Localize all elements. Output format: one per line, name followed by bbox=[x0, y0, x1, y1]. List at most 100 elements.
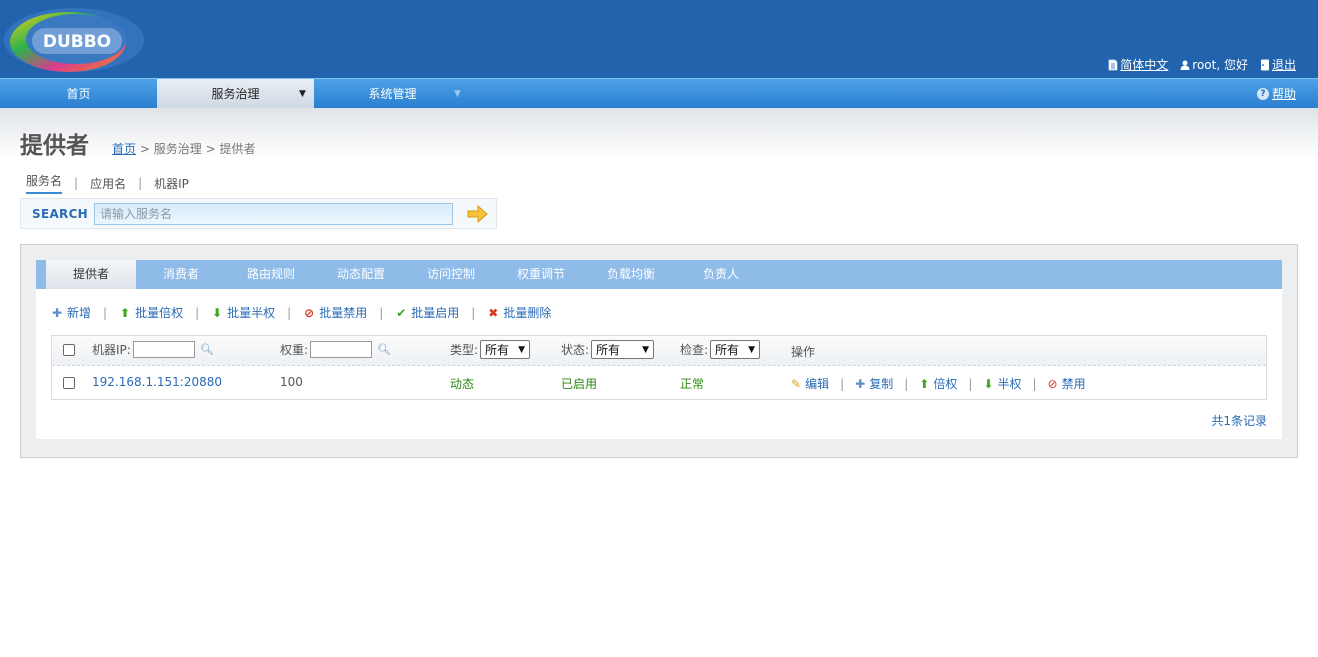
batch-double-weight-button[interactable]: ⬆ 批量倍权 bbox=[119, 304, 183, 321]
tab-dynamic-config[interactable]: 动态配置 bbox=[316, 260, 406, 289]
batch-delete-label: 批量删除 bbox=[503, 306, 552, 320]
ip-filter-input[interactable] bbox=[132, 341, 195, 358]
half-weight-button[interactable]: ⬇ 半权 bbox=[983, 375, 1021, 392]
type-filter: 类型: 所有 ▼ bbox=[450, 340, 531, 359]
search-icon[interactable]: 🔍︎ bbox=[200, 343, 214, 356]
search-tab-ip[interactable]: 机器IP bbox=[154, 175, 189, 192]
provider-weight: 100 bbox=[280, 375, 303, 389]
batch-enable-button[interactable]: ✔ 批量启用 bbox=[395, 304, 459, 321]
copy-label: 复制 bbox=[869, 377, 894, 391]
chevron-down-icon: ▼ bbox=[748, 344, 756, 355]
disable-label: 禁用 bbox=[1061, 377, 1086, 391]
search-tab-service[interactable]: 服务名 bbox=[26, 172, 63, 194]
search-input[interactable] bbox=[94, 203, 453, 225]
tab-routes[interactable]: 路由规则 bbox=[226, 260, 316, 289]
main-nav: 首页 服务治理 ▼ 系统管理 ▼ ? 帮助 bbox=[0, 78, 1318, 109]
batch-half-weight-button[interactable]: ⬇ 批量半权 bbox=[211, 304, 275, 321]
breadcrumb-sep: > bbox=[139, 142, 150, 156]
language-switch[interactable]: 简体中文 bbox=[1108, 56, 1168, 73]
edit-button[interactable]: ✎ 编辑 bbox=[791, 375, 829, 392]
nav-system-management[interactable]: 系统管理 ▼ bbox=[314, 79, 471, 109]
separator: | bbox=[904, 376, 909, 391]
status-header: 状态: bbox=[561, 343, 590, 357]
status-select[interactable]: 所有 ▼ bbox=[591, 340, 655, 359]
ip-filter: 机器IP: 🔍︎ bbox=[92, 341, 214, 358]
row-checkbox[interactable] bbox=[63, 377, 75, 389]
type-select-value: 所有 bbox=[485, 343, 510, 357]
batch-delete-button[interactable]: ✖ 批量删除 bbox=[487, 304, 551, 321]
separator: | bbox=[74, 176, 79, 190]
weight-header: 权重: bbox=[280, 343, 309, 357]
ops-header: 操作 bbox=[791, 345, 816, 359]
record-count: 共1条记录 bbox=[1211, 414, 1267, 428]
double-weight-button[interactable]: ⬆ 倍权 bbox=[919, 375, 957, 392]
batch-double-weight-label: 批量倍权 bbox=[135, 306, 184, 320]
type-select[interactable]: 所有 ▼ bbox=[480, 340, 531, 359]
tab-providers[interactable]: 提供者 bbox=[46, 260, 136, 289]
help-link[interactable]: 帮助 bbox=[1272, 79, 1296, 109]
arrow-down-icon: ⬇ bbox=[983, 376, 994, 391]
half-weight-label: 半权 bbox=[997, 377, 1022, 391]
batch-disable-label: 批量禁用 bbox=[319, 306, 368, 320]
check-select[interactable]: 所有 ▼ bbox=[710, 340, 761, 359]
tab-consumers[interactable]: 消费者 bbox=[136, 260, 226, 289]
breadcrumb-home[interactable]: 首页 bbox=[112, 142, 136, 156]
provider-status: 已启用 bbox=[561, 377, 598, 391]
app-header: DUBBO 简体中文 root, 您好 退出 bbox=[0, 0, 1318, 78]
select-all-checkbox[interactable] bbox=[63, 344, 75, 356]
provider-address-link[interactable]: 192.168.1.151:20880 bbox=[92, 375, 222, 389]
batch-disable-button[interactable]: ⊘ 批量禁用 bbox=[303, 304, 367, 321]
svg-text:DUBBO: DUBBO bbox=[43, 32, 111, 52]
status-filter: 状态: 所有 ▼ bbox=[561, 340, 655, 359]
chevron-down-icon[interactable]: ▼ bbox=[299, 79, 306, 109]
ban-icon: ⊘ bbox=[304, 305, 315, 320]
user-greeting: root, 您好 bbox=[1180, 56, 1248, 73]
tab-access-control[interactable]: 访问控制 bbox=[406, 260, 496, 289]
arrow-up-icon: ⬆ bbox=[919, 376, 930, 391]
separator: | bbox=[195, 305, 200, 320]
breadcrumb-sep: > bbox=[205, 142, 216, 156]
tab-weights[interactable]: 权重调节 bbox=[496, 260, 586, 289]
check-select-value: 所有 bbox=[715, 343, 740, 357]
chevron-down-icon[interactable]: ▼ bbox=[454, 79, 461, 109]
type-header: 类型: bbox=[450, 343, 479, 357]
check-icon: ✔ bbox=[396, 305, 407, 320]
arrow-down-icon: ⬇ bbox=[212, 305, 223, 320]
copy-button[interactable]: ✚ 复制 bbox=[855, 375, 893, 392]
separator: | bbox=[138, 176, 143, 190]
batch-half-weight-label: 批量半权 bbox=[227, 306, 276, 320]
nav-service-governance[interactable]: 服务治理 ▼ bbox=[157, 79, 314, 109]
separator: | bbox=[840, 376, 845, 391]
nav-home[interactable]: 首页 bbox=[0, 79, 157, 109]
help-icon: ? bbox=[1256, 88, 1269, 100]
ip-header: 机器IP: bbox=[92, 343, 131, 357]
weight-filter: 权重: 🔍︎ bbox=[280, 341, 391, 358]
separator: | bbox=[968, 376, 973, 391]
tab-load-balance[interactable]: 负载均衡 bbox=[586, 260, 676, 289]
logout-icon bbox=[1260, 59, 1269, 70]
arrow-right-icon[interactable] bbox=[466, 205, 488, 223]
provider-type: 动态 bbox=[450, 377, 475, 391]
separator: | bbox=[1032, 376, 1037, 391]
provider-check: 正常 bbox=[680, 377, 705, 391]
status-select-value: 所有 bbox=[596, 343, 621, 357]
arrow-up-icon: ⬆ bbox=[120, 305, 131, 320]
dubbo-logo[interactable]: DUBBO bbox=[2, 4, 146, 76]
breadcrumb-current: 提供者 bbox=[219, 142, 256, 156]
weight-filter-input[interactable] bbox=[310, 341, 373, 358]
search-tab-application[interactable]: 应用名 bbox=[90, 175, 126, 192]
tab-owners[interactable]: 负责人 bbox=[676, 260, 766, 289]
help[interactable]: ? 帮助 bbox=[1256, 79, 1296, 109]
search-label: SEARCH bbox=[32, 207, 89, 221]
page-title: 提供者 bbox=[20, 133, 89, 159]
logout-link[interactable]: 退出 bbox=[1272, 56, 1296, 73]
row-operations: ✎ 编辑 | ✚ 复制 | ⬆ 倍权 | ⬇ 半权 | ⊘ 禁用 bbox=[791, 375, 1086, 392]
plus-icon: ✚ bbox=[855, 376, 866, 391]
logout[interactable]: 退出 bbox=[1260, 56, 1296, 73]
batch-enable-label: 批量启用 bbox=[411, 306, 460, 320]
language-link[interactable]: 简体中文 bbox=[1120, 56, 1168, 73]
disable-button[interactable]: ⊘ 禁用 bbox=[1048, 375, 1086, 392]
add-button[interactable]: ✚ 新增 bbox=[51, 304, 91, 321]
tab-bar: 提供者 消费者 路由规则 动态配置 访问控制 权重调节 负载均衡 负责人 bbox=[36, 260, 1282, 289]
search-icon[interactable]: 🔍︎ bbox=[377, 343, 391, 356]
